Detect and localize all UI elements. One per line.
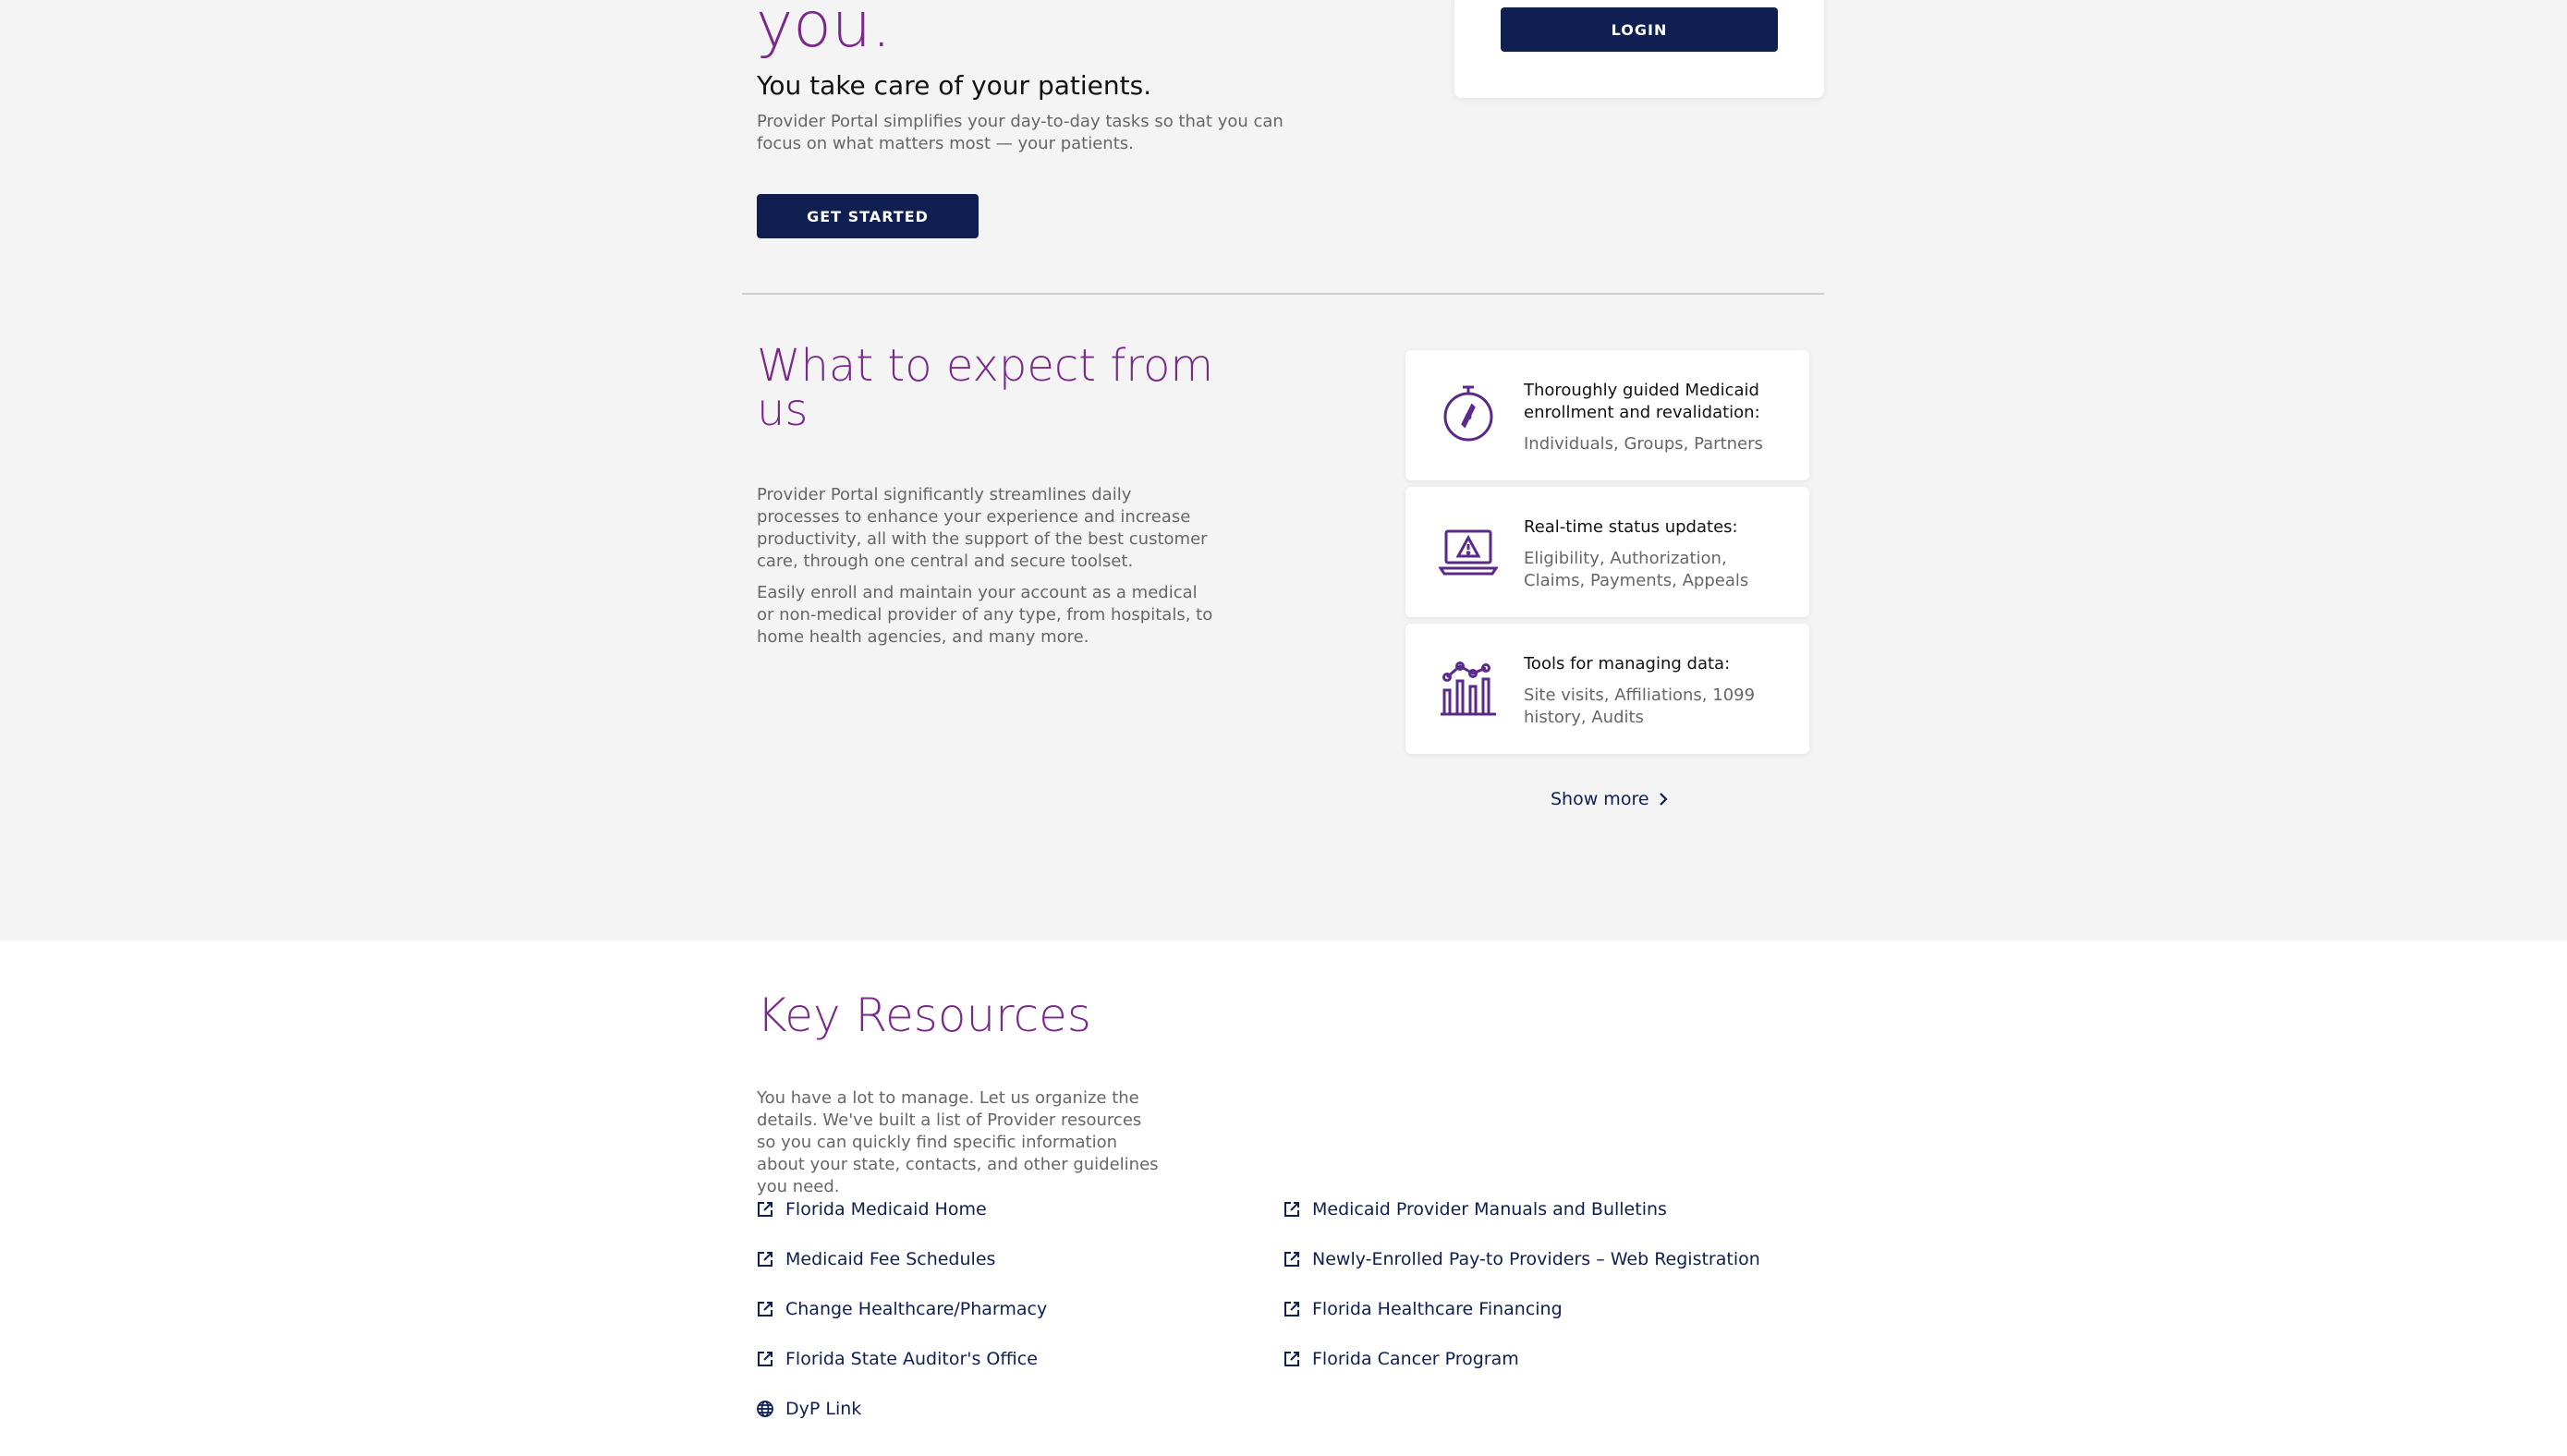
external-link-icon xyxy=(1284,1352,1299,1366)
section-divider xyxy=(742,293,1824,295)
external-link-icon xyxy=(758,1252,773,1267)
get-started-button[interactable]: GET STARTED xyxy=(757,194,979,238)
resource-link[interactable]: Florida State Auditor's Office xyxy=(756,1349,1038,1369)
resource-link[interactable]: DyP Link xyxy=(756,1399,861,1419)
show-more-label: Show more xyxy=(1551,789,1649,809)
external-link-icon xyxy=(758,1202,773,1217)
hero-description: Provider Portal simplifies your day-to-d… xyxy=(757,112,1284,153)
resource-link-label: Medicaid Provider Manuals and Bulletins xyxy=(1312,1199,1667,1219)
resource-link-label: Medicaid Fee Schedules xyxy=(785,1249,996,1269)
external-link-icon xyxy=(1284,1302,1299,1316)
resource-link[interactable]: Medicaid Provider Manuals and Bulletins xyxy=(1283,1199,1667,1219)
resource-link-label: Florida Healthcare Financing xyxy=(1312,1299,1563,1319)
resource-link[interactable]: Newly-Enrolled Pay-to Providers – Web Re… xyxy=(1283,1249,1760,1269)
resource-link-label: Florida Medicaid Home xyxy=(785,1199,987,1219)
expect-paragraph: Easily enroll and maintain your account … xyxy=(757,583,1213,647)
resource-link-label: Florida State Auditor's Office xyxy=(785,1349,1038,1369)
feature-card-data: Tools for managing data: Site visits, Af… xyxy=(1405,624,1809,754)
feature-title: Tools for managing data: xyxy=(1524,654,1731,673)
login-button[interactable]: LOGIN xyxy=(1501,7,1778,52)
resource-link[interactable]: Medicaid Fee Schedules xyxy=(756,1249,995,1269)
feature-title: Real-time status updates: xyxy=(1524,517,1738,537)
resource-link-label: Change Healthcare/Pharmacy xyxy=(785,1299,1048,1319)
key-resources-title: Key Resources xyxy=(757,989,1091,1042)
key-resources-description: You have a lot to manage. Let us organiz… xyxy=(757,1088,1159,1196)
feature-card-status: Real-time status updates: Eligibility, A… xyxy=(1405,487,1809,617)
feature-description: Individuals, Groups, Partners xyxy=(1524,434,1763,454)
show-more-link[interactable]: Show more xyxy=(1551,789,1668,809)
expect-title: What to expect from us xyxy=(757,340,1214,436)
compass-icon xyxy=(1443,385,1493,442)
resource-link[interactable]: Change Healthcare/Pharmacy xyxy=(756,1299,1047,1319)
external-link-icon xyxy=(1284,1252,1299,1267)
feature-title: Thoroughly guided Medicaid enrollment an… xyxy=(1524,381,1760,422)
resource-link[interactable]: Florida Cancer Program xyxy=(1283,1349,1519,1369)
feature-description: Site visits, Affiliations, 1099 history,… xyxy=(1524,686,1756,727)
external-link-icon xyxy=(1284,1202,1299,1217)
data-chart-icon xyxy=(1441,661,1496,716)
laptop-warning-icon xyxy=(1439,529,1498,576)
resource-link[interactable]: Florida Medicaid Home xyxy=(756,1199,987,1219)
resource-link[interactable]: Florida Healthcare Financing xyxy=(1283,1299,1563,1319)
external-link-icon xyxy=(758,1352,773,1366)
resource-link-label: DyP Link xyxy=(785,1399,862,1419)
expect-paragraph: Provider Portal significantly streamline… xyxy=(757,485,1208,571)
hero-title: you. xyxy=(756,0,892,62)
external-link-icon xyxy=(758,1302,773,1316)
feature-description: Eligibility, Authorization, Claims, Paym… xyxy=(1524,549,1749,590)
chevron-right-icon xyxy=(1659,793,1668,806)
globe-icon xyxy=(757,1401,773,1417)
feature-card-enrollment: Thoroughly guided Medicaid enrollment an… xyxy=(1405,350,1809,480)
hero-subtitle: You take care of your patients. xyxy=(757,70,1152,101)
resource-link-label: Florida Cancer Program xyxy=(1312,1349,1519,1369)
resource-link-label: Newly-Enrolled Pay-to Providers – Web Re… xyxy=(1312,1249,1760,1269)
